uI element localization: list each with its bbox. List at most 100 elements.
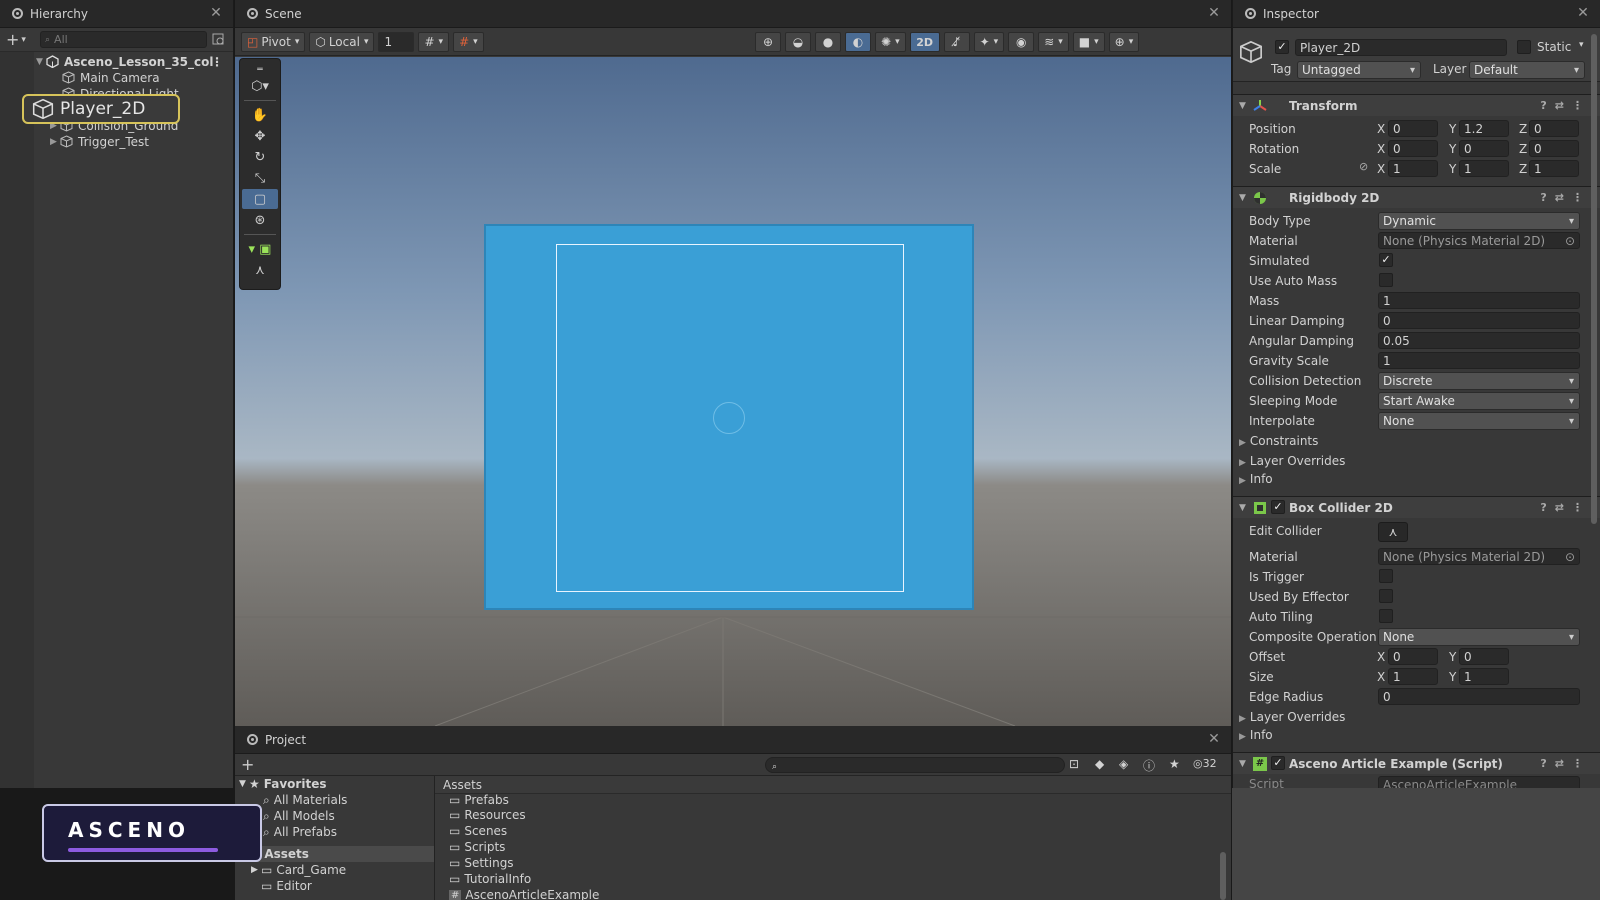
angular-damping-field[interactable]: 0.05 bbox=[1378, 332, 1580, 349]
orientation-gizmo-button[interactable]: ⊕ bbox=[755, 32, 781, 52]
transform-tool-button[interactable]: ⊛ bbox=[242, 210, 278, 230]
asset-folder[interactable]: ▭ Prefabs bbox=[435, 792, 1231, 807]
scene-viewport[interactable]: ═ ⬡▾ ✋ ✥ ↻ ⤡ ▢ ⊛ ▾ ▣ ⋏ bbox=[235, 57, 1231, 726]
close-icon[interactable]: ✕ bbox=[209, 6, 223, 20]
enabled-checkbox[interactable]: ✓ bbox=[1271, 756, 1285, 770]
static-dropdown-icon[interactable]: ▾ bbox=[1579, 40, 1584, 50]
scale-tool-button[interactable]: ⤡ bbox=[242, 168, 278, 188]
grid-visibility-button[interactable]: # ▾ bbox=[418, 31, 450, 52]
component-header-buttons[interactable]: ?⇄⋮ bbox=[1540, 191, 1591, 204]
info-foldout[interactable]: ▶ Info bbox=[1239, 728, 1273, 742]
position-z-field[interactable]: 0 bbox=[1529, 120, 1579, 137]
expand-arrow-icon[interactable]: ▼ bbox=[36, 57, 46, 67]
tag-dropdown[interactable]: Untagged bbox=[1297, 61, 1421, 79]
add-asset-button[interactable]: + bbox=[241, 755, 254, 774]
collapse-arrow-icon[interactable]: ▼ bbox=[1239, 101, 1246, 111]
edit-collider-tool-button[interactable]: ⋏ bbox=[242, 260, 278, 280]
favorite-item[interactable]: ⌕ All Models bbox=[235, 808, 434, 824]
scene-header[interactable]: Scene ✕ bbox=[235, 0, 1231, 28]
component-tools-button[interactable]: ▾ ▣ bbox=[242, 239, 278, 259]
size-x-field[interactable]: 1 bbox=[1388, 668, 1438, 685]
add-object-button[interactable]: + ▾ bbox=[6, 30, 34, 49]
info-foldout[interactable]: ▶ Info bbox=[1239, 472, 1273, 486]
asset-folder[interactable]: ▭ TutorialInfo bbox=[435, 871, 1231, 887]
snap-settings-button[interactable]: # ▾ bbox=[453, 31, 484, 52]
overlay-grip-icon[interactable]: ═ bbox=[242, 65, 278, 75]
camera-settings-dropdown[interactable]: ■ ▾ bbox=[1072, 32, 1105, 52]
hierarchy-header[interactable]: Hierarchy ✕ bbox=[0, 0, 233, 28]
offset-y-field[interactable]: 0 bbox=[1459, 648, 1509, 665]
size-y-field[interactable]: 1 bbox=[1459, 668, 1509, 685]
asset-folder[interactable]: ▭ Resources bbox=[435, 807, 1231, 823]
favorites-row[interactable]: ▼ ★ Favorites bbox=[235, 776, 434, 792]
inspector-scrollbar[interactable] bbox=[1591, 34, 1597, 524]
expand-arrow-icon[interactable]: ▶ bbox=[251, 865, 261, 875]
effects-dropdown[interactable]: ✦ ▾ bbox=[973, 32, 1005, 52]
rotate-tool-button[interactable]: ↻ bbox=[242, 147, 278, 167]
component-header-buttons[interactable]: ?⇄⋮ bbox=[1540, 501, 1591, 514]
log-icon[interactable]: ⓘ bbox=[1143, 757, 1155, 774]
close-icon[interactable]: ✕ bbox=[1576, 6, 1590, 20]
component-header-buttons[interactable]: ?⇄⋮ bbox=[1540, 757, 1591, 770]
wireframe-shading-button[interactable]: ◒ bbox=[785, 32, 811, 52]
favorite-star-icon[interactable]: ★ bbox=[1169, 757, 1180, 771]
object-picker-icon[interactable]: ⊙ bbox=[1565, 550, 1575, 564]
material-field[interactable]: None (Physics Material 2D) ⊙ bbox=[1378, 548, 1580, 565]
project-search-input[interactable]: ⌕ bbox=[765, 757, 1065, 773]
grid-snap-field[interactable]: 1 bbox=[378, 31, 415, 52]
scene-menu-icon[interactable]: ⋮ bbox=[211, 55, 223, 69]
scale-x-field[interactable]: 1 bbox=[1388, 160, 1438, 177]
expand-arrow-icon[interactable]: ▶ bbox=[50, 137, 60, 147]
position-y-field[interactable]: 1.2 bbox=[1459, 120, 1509, 137]
hand-tool-button[interactable]: ✋ bbox=[242, 105, 278, 125]
hierarchy-item-player-2d[interactable]: Player_2D bbox=[22, 94, 180, 124]
rotation-x-field[interactable]: 0 bbox=[1388, 140, 1438, 157]
rect-tool-button[interactable]: ▢ bbox=[242, 189, 278, 209]
hierarchy-search-input[interactable]: ⌕ All bbox=[40, 31, 207, 48]
rigidbody-2d-header[interactable]: ▼ Rigidbody 2D ?⇄⋮ bbox=[1233, 186, 1600, 208]
lighting-toggle[interactable]: ✺ ▾ bbox=[875, 32, 906, 52]
material-field[interactable]: None (Physics Material 2D) ⊙ bbox=[1378, 232, 1580, 249]
rotation-z-field[interactable]: 0 bbox=[1529, 140, 1579, 157]
view-options-button[interactable]: ⬡▾ bbox=[242, 76, 278, 96]
script-field[interactable]: AscenoArticleExample bbox=[1378, 776, 1580, 788]
move-tool-button[interactable]: ✥ bbox=[242, 126, 278, 146]
transform-header[interactable]: ▼ Transform ?⇄⋮ bbox=[1233, 94, 1600, 116]
is-trigger-checkbox[interactable] bbox=[1379, 569, 1393, 583]
box-collider-2d-header[interactable]: ▼ ✓ Box Collider 2D ?⇄⋮ bbox=[1233, 496, 1600, 518]
search-options-icon[interactable] bbox=[211, 32, 227, 48]
static-checkbox[interactable] bbox=[1517, 40, 1531, 54]
project-header[interactable]: Project ✕ bbox=[235, 726, 1231, 754]
offset-x-field[interactable]: 0 bbox=[1388, 648, 1438, 665]
collapse-arrow-icon[interactable]: ▼ bbox=[1239, 193, 1246, 203]
active-checkbox[interactable]: ✓ bbox=[1275, 40, 1289, 54]
folder-item[interactable]: ▶ ▭ Card_Game bbox=[235, 862, 434, 878]
close-icon[interactable]: ✕ bbox=[1207, 732, 1221, 746]
scale-y-field[interactable]: 1 bbox=[1459, 160, 1509, 177]
enabled-checkbox[interactable]: ✓ bbox=[1271, 500, 1285, 514]
simulated-checkbox[interactable]: ✓ bbox=[1379, 253, 1393, 267]
shaded-button[interactable]: ● bbox=[815, 32, 841, 52]
position-x-field[interactable]: 0 bbox=[1388, 120, 1438, 137]
hidden-packages-icon[interactable]: ◎32 bbox=[1193, 757, 1217, 770]
filter-by-type-icon[interactable]: ◈ bbox=[1119, 757, 1128, 771]
pivot-handle[interactable] bbox=[713, 402, 745, 434]
inspector-header[interactable]: Inspector ✕ bbox=[1233, 0, 1600, 28]
scene-visibility-toggle[interactable]: ◉ bbox=[1008, 32, 1035, 52]
asset-folder[interactable]: ▭ Scenes bbox=[435, 823, 1231, 839]
gravity-scale-field[interactable]: 1 bbox=[1378, 352, 1580, 369]
mass-field[interactable]: 1 bbox=[1378, 292, 1580, 309]
component-header-buttons[interactable]: ?⇄⋮ bbox=[1540, 99, 1591, 112]
asset-script[interactable]: # AscenoArticleExample bbox=[435, 887, 1231, 900]
sleeping-mode-dropdown[interactable]: Start Awake bbox=[1378, 392, 1580, 410]
gizmos-dropdown[interactable]: ⊕ ▾ bbox=[1108, 32, 1140, 52]
favorite-item[interactable]: ⌕ All Prefabs bbox=[235, 824, 434, 840]
collision-detection-dropdown[interactable]: Discrete bbox=[1378, 372, 1580, 390]
use-auto-mass-checkbox[interactable] bbox=[1379, 273, 1393, 287]
object-name-field[interactable]: Player_2D bbox=[1295, 39, 1507, 56]
audio-toggle[interactable]: ♪̸ bbox=[943, 32, 970, 52]
assets-row[interactable]: ▼ ▭ Assets bbox=[235, 846, 434, 862]
hierarchy-item-main-camera[interactable]: Main Camera bbox=[0, 70, 233, 86]
search-by-type-icon[interactable]: ⊡ bbox=[1069, 757, 1079, 771]
folder-item[interactable]: ▭ Editor bbox=[235, 878, 434, 894]
